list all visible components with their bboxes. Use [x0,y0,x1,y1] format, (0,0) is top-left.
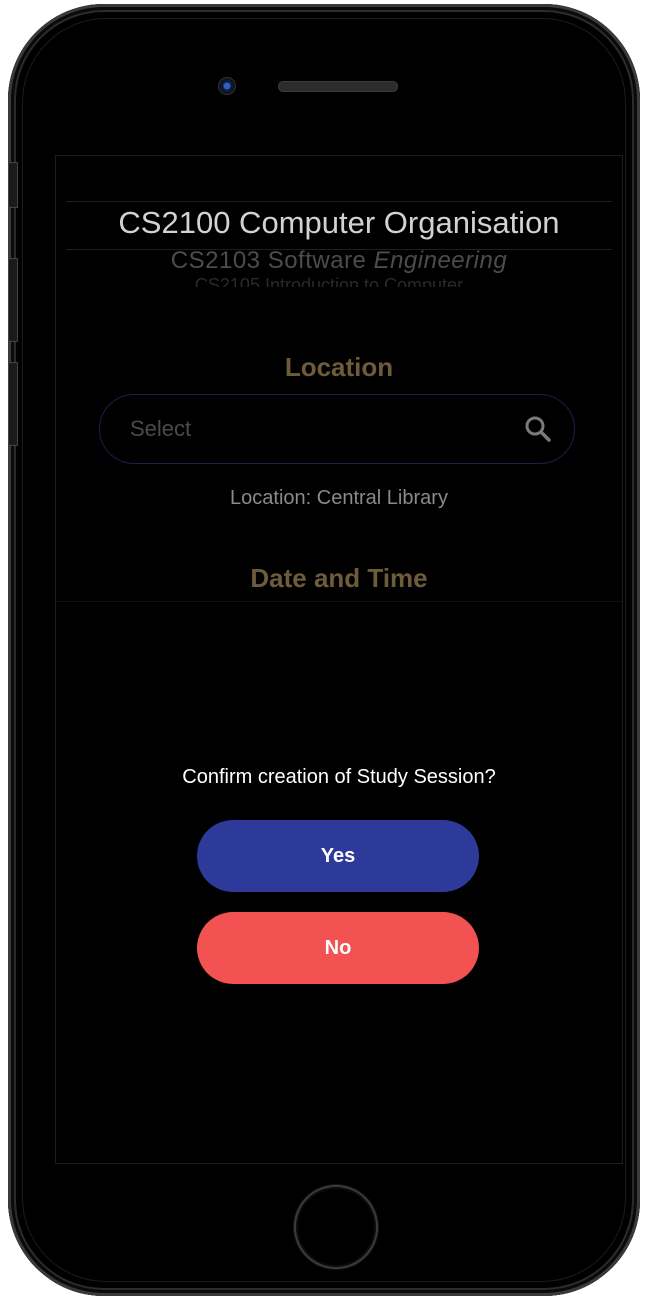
picker-item-next-suffix: Engineering [373,247,508,274]
location-search-input[interactable]: Select [99,394,575,464]
phone-frame: CS2100 Computer Organisation CS2103 Soft… [8,4,640,1296]
volume-down-button [8,362,18,446]
picker-item-next[interactable]: CS2103 Software Engineering [66,247,612,275]
confirm-message: Confirm creation of Study Session? [182,766,496,788]
date-time-heading: Date and Time [250,563,428,593]
module-picker[interactable]: CS2100 Computer Organisation CS2103 Soft… [66,201,612,291]
selected-location: Location: Central Library [230,487,448,509]
location-heading: Location [284,352,394,382]
picker-item-next-prefix: CS2103 Software [170,247,374,274]
volume-up-button [8,258,18,342]
mute-switch [8,162,18,208]
earpiece-speaker [278,81,398,92]
app-screen: CS2100 Computer Organisation CS2103 Soft… [55,155,623,1164]
no-button[interactable]: No [197,912,479,984]
front-camera [218,77,236,95]
search-icon[interactable] [524,415,552,443]
search-placeholder: Select [130,416,192,441]
picker-item-third[interactable]: CS2105 Introduction to Computer ... [66,275,612,287]
home-button[interactable] [294,1185,378,1269]
picker-top-line [66,201,612,202]
picker-item-selected[interactable]: CS2100 Computer Organisation [66,205,612,241]
yes-button[interactable]: Yes [197,820,479,892]
section-divider [56,601,622,602]
